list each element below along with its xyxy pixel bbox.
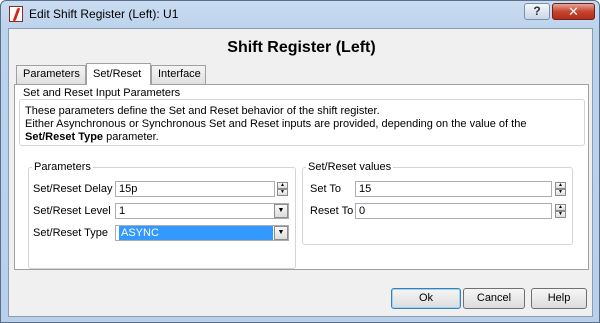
app-logo-icon [9, 6, 23, 22]
dialog-body: Shift Register (Left) Parameters Set/Res… [8, 28, 593, 317]
window-title: Edit Shift Register (Left): U1 [29, 7, 179, 21]
dialog-window: Edit Shift Register (Left): U1 ? ✕ Shift… [0, 0, 600, 323]
set-reset-type-value: ASYNC [119, 226, 273, 240]
ok-button[interactable]: Ok [391, 288, 461, 309]
input-params-description: These parameters define the Set and Rese… [25, 105, 570, 144]
spin-up-icon[interactable]: ▲ [277, 182, 288, 189]
parameters-group-title: Parameters [32, 161, 93, 173]
chevron-down-icon[interactable]: ▼ [274, 204, 288, 218]
help-button[interactable]: Help [531, 288, 587, 309]
description-line-2-text: Either Asynchronous or Synchronous Set a… [25, 118, 527, 130]
spin-down-icon[interactable]: ▼ [277, 189, 288, 196]
description-type-bold: Set/Reset Type [25, 131, 104, 143]
close-button[interactable]: ✕ [552, 3, 595, 20]
set-to-label: Set To [310, 183, 341, 195]
page-title: Shift Register (Left) [227, 39, 376, 56]
set-reset-delay-label: Set/Reset Delay [33, 183, 113, 195]
set-reset-type-label: Set/Reset Type [33, 227, 109, 239]
spin-down-icon[interactable]: ▼ [555, 211, 566, 218]
spin-up-icon[interactable]: ▲ [555, 204, 566, 211]
set-to-spinner[interactable]: ▲ ▼ [555, 182, 566, 196]
description-line-2-suffix: parameter. [103, 131, 159, 143]
description-line-2: Either Asynchronous or Synchronous Set a… [25, 118, 570, 144]
title-help-button[interactable]: ? [524, 3, 550, 20]
set-reset-level-label: Set/Reset Level [33, 205, 111, 217]
chevron-down-icon[interactable]: ▼ [274, 226, 288, 240]
set-reset-delay-input[interactable]: 15p [115, 181, 275, 197]
tab-interface[interactable]: Interface [151, 65, 206, 84]
set-reset-level-select[interactable]: 1 [115, 203, 289, 219]
cancel-button[interactable]: Cancel [463, 288, 525, 309]
spin-up-icon[interactable]: ▲ [555, 182, 566, 189]
tab-parameters[interactable]: Parameters [16, 65, 86, 84]
tab-set-reset[interactable]: Set/Reset [86, 63, 151, 85]
spin-down-icon[interactable]: ▼ [555, 189, 566, 196]
description-line-1: These parameters define the Set and Rese… [25, 105, 380, 117]
title-bar[interactable]: Edit Shift Register (Left): U1 ? ✕ [1, 1, 599, 27]
set-reset-type-select[interactable]: ASYNC [115, 225, 289, 241]
set-reset-values-title: Set/Reset values [306, 161, 394, 173]
input-params-title: Set and Reset Input Parameters [21, 87, 183, 99]
set-reset-delay-spinner[interactable]: ▲ ▼ [277, 182, 288, 196]
reset-to-spinner[interactable]: ▲ ▼ [555, 204, 566, 218]
reset-to-input[interactable]: 0 [355, 203, 552, 219]
reset-to-label: Reset To [310, 205, 354, 217]
tab-panel: Set and Reset Input Parameters These par… [14, 84, 589, 270]
set-to-input[interactable]: 15 [355, 181, 552, 197]
